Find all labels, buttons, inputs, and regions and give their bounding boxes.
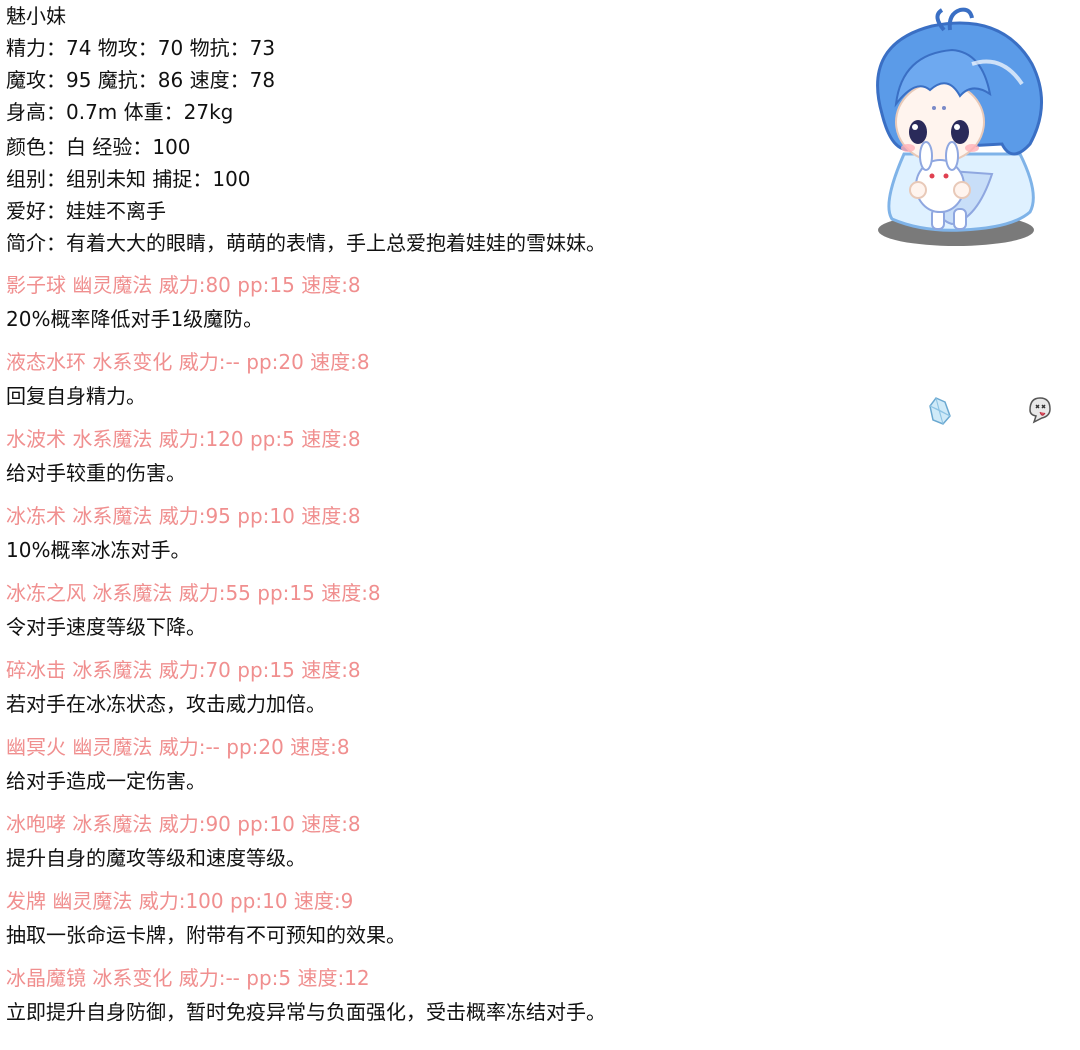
skill-desc: 给对手造成一定伤害。 (6, 769, 206, 793)
stats-line-5: 组别：组别未知 捕捉：100 (6, 167, 251, 191)
pet-intro: 简介：有着大大的眼睛，萌萌的表情，手上总爱抱着娃娃的雪妹妹。 (6, 231, 606, 255)
skill-desc: 立即提升自身防御，暂时免疫异常与负面强化，受击概率冻结对手。 (6, 1000, 606, 1024)
stats-line-4: 颜色：白 经验：100 (6, 135, 191, 159)
stats-line-3: 身高：0.7m 体重：27kg (6, 100, 234, 124)
skill-head: 幽冥火 幽灵魔法 威力:-- pp:20 速度:8 (6, 735, 350, 759)
skill-desc: 回复自身精力。 (6, 384, 146, 408)
pet-name: 魅小妹 (6, 4, 66, 28)
skill-list: 影子球 幽灵魔法 威力:80 pp:15 速度:8 20%概率降低对手1级魔防。… (6, 273, 826, 1024)
stats-line-1: 精力：74 物攻：70 物抗：73 (6, 36, 276, 60)
skill-head: 发牌 幽灵魔法 威力:100 pp:10 速度:9 (6, 889, 354, 913)
pet-hobby: 爱好：娃娃不离手 (6, 199, 166, 223)
skill-head: 液态水环 水系变化 威力:-- pp:20 速度:8 (6, 350, 370, 374)
skill-desc: 抽取一张命运卡牌，附带有不可预知的效果。 (6, 923, 406, 947)
skill-head: 冰冻术 冰系魔法 威力:95 pp:10 速度:8 (6, 504, 361, 528)
ghost-icon (1029, 397, 1051, 424)
skill-desc: 10%概率冰冻对手。 (6, 538, 191, 562)
pet-info-panel: 魅小妹 精力：74 物攻：70 物抗：73 魔攻：95 魔抗：86 速度：78 … (6, 0, 826, 1024)
skill-head: 冰咆哮 冰系魔法 威力:90 pp:10 速度:8 (6, 812, 361, 836)
ice-crystal-icon (929, 397, 951, 425)
skill-head: 碎冰击 冰系魔法 威力:70 pp:15 速度:8 (6, 658, 361, 682)
chibi-snow-girl-portrait (876, 7, 1043, 246)
stats-line-2: 魔攻：95 魔抗：86 速度：78 (6, 68, 276, 92)
skill-head: 冰冻之风 冰系魔法 威力:55 pp:15 速度:8 (6, 581, 381, 605)
skill-head: 水波术 水系魔法 威力:120 pp:5 速度:8 (6, 427, 361, 451)
skill-desc: 给对手较重的伤害。 (6, 461, 186, 485)
skill-head: 影子球 幽灵魔法 威力:80 pp:15 速度:8 (6, 273, 361, 297)
skill-desc: 令对手速度等级下降。 (6, 615, 206, 639)
skill-desc: 20%概率降低对手1级魔防。 (6, 307, 264, 331)
skill-desc: 若对手在冰冻状态，攻击威力加倍。 (6, 692, 326, 716)
skill-desc: 提升自身的魔攻等级和速度等级。 (6, 846, 306, 870)
skill-head: 冰晶魔镜 冰系变化 威力:-- pp:5 速度:12 (6, 966, 370, 990)
